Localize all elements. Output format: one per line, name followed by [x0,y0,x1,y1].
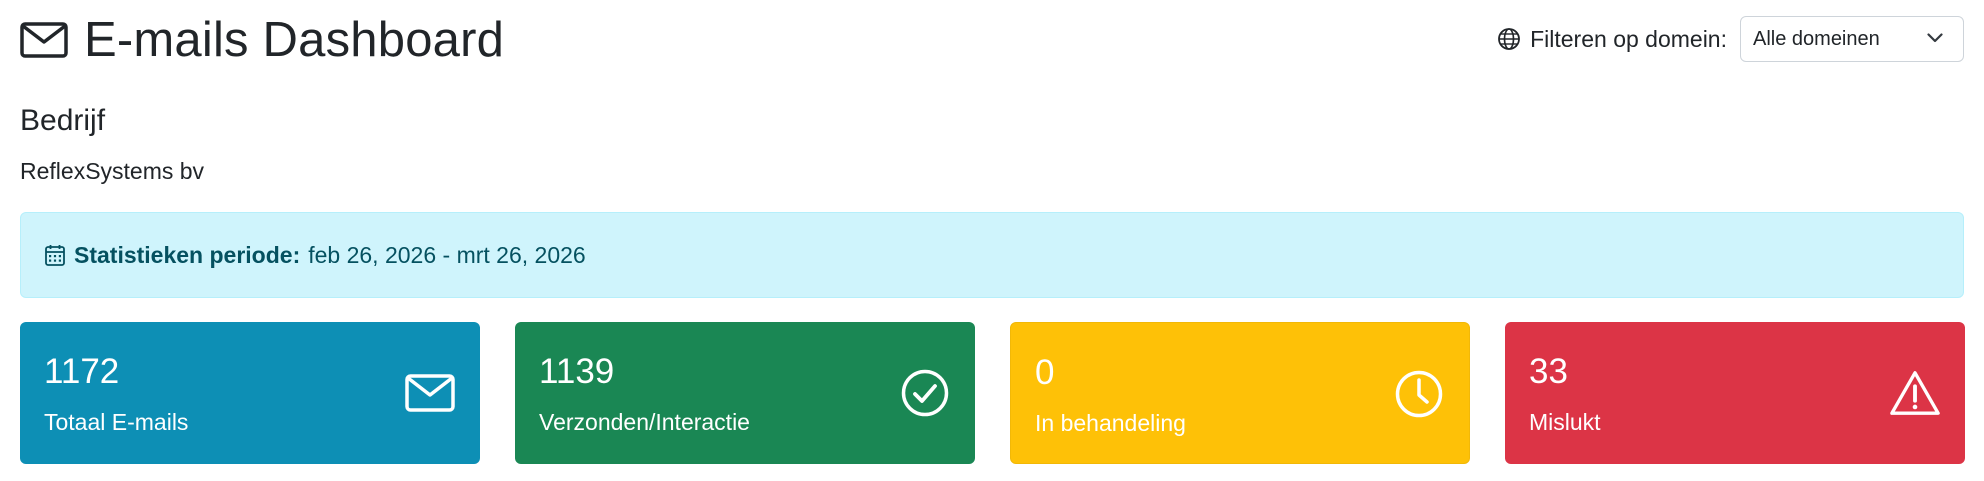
domain-select-value: Alle domeinen [1753,27,1880,50]
envelope-icon [20,20,70,60]
company-heading: Bedrijf [20,104,106,137]
stat-label-failed: Mislukt [1529,409,1601,435]
stat-card-failed: 33 Mislukt [1505,322,1965,464]
period-label: Statistieken periode: [74,241,301,268]
period-alert: Statistieken periode: feb 26, 2026 - mrt… [20,212,1964,298]
globe-icon [1497,26,1523,52]
chevron-down-icon [1927,30,1943,48]
stat-value-failed: 33 [1529,352,1568,391]
stat-card-sent: 1139 Verzonden/Interactie [515,322,975,464]
stat-label-sent: Verzonden/Interactie [539,409,750,435]
warning-triangle-icon [1889,367,1941,419]
stat-card-total: 1172 Totaal E-mails [20,322,480,464]
stat-value-sent: 1139 [539,352,615,391]
check-circle-icon [899,367,951,419]
envelope-icon [404,367,456,419]
domain-select[interactable]: Alle domeinen [1740,16,1964,62]
calendar-icon [45,243,67,267]
page-title: E-mails Dashboard [20,10,504,70]
page-title-text: E-mails Dashboard [84,12,505,67]
stats-cards: 1172 Totaal E-mails 1139 Verzonden/Inter… [20,322,1965,464]
company-name: ReflexSystems bv [20,158,205,184]
page-header: E-mails Dashboard Filteren op domein: Al… [20,10,1964,70]
domain-filter: Filteren op domein: Alle domeinen [1497,16,1964,62]
clock-icon [1393,368,1445,420]
period-value: feb 26, 2026 - mrt 26, 2026 [308,241,586,268]
stat-label-pending: In behandeling [1035,410,1186,436]
stat-label-total: Totaal E-mails [44,409,189,435]
stat-card-pending: 0 In behandeling [1010,322,1470,464]
stat-value-pending: 0 [1035,353,1055,392]
stat-value-total: 1172 [44,352,120,391]
filter-label: Filteren op domein: [1530,25,1727,52]
